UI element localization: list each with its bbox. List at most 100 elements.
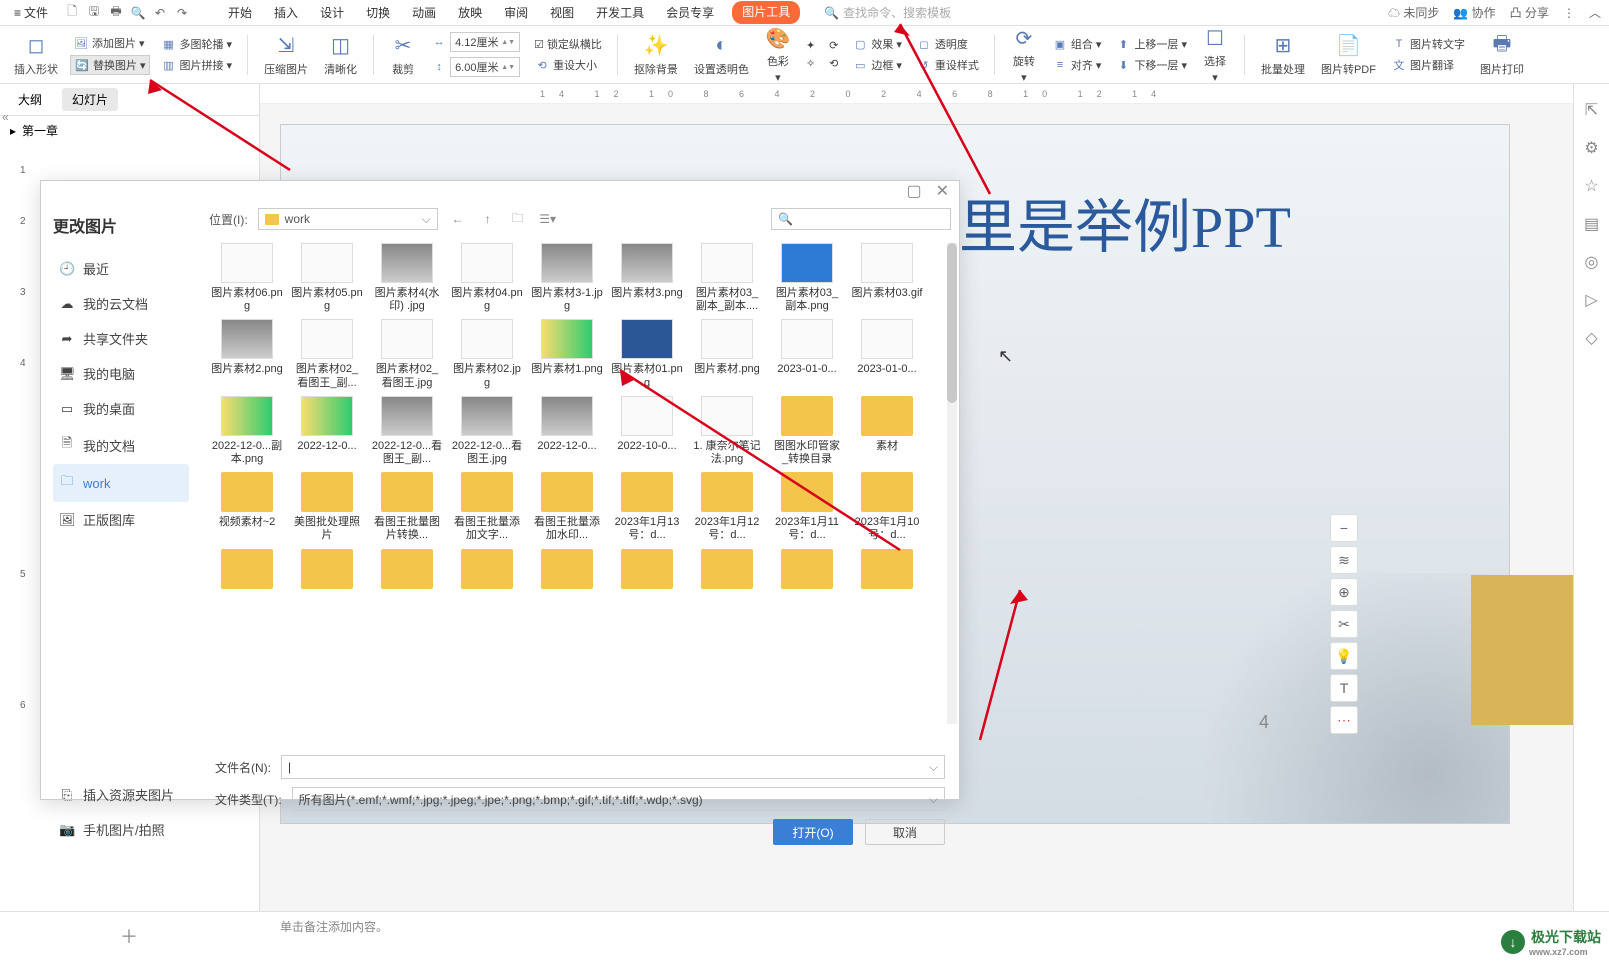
dialog-nav-我的云文档[interactable]: ☁我的云文档 [53, 286, 189, 321]
transparency-button[interactable]: ◐设置透明色 [690, 33, 753, 77]
ef2[interactable]: ✧ [803, 56, 818, 71]
file-item[interactable] [291, 549, 363, 593]
dialog-nav-work[interactable]: 🗀work [53, 464, 189, 502]
float-layers-icon[interactable]: ≋ [1330, 546, 1358, 574]
tab-transition[interactable]: 切换 [362, 1, 394, 24]
file-item[interactable]: 图片素材03_副本.png [771, 243, 843, 313]
height-input[interactable]: 6.00厘米▲▼ [450, 57, 520, 77]
width-spinner[interactable]: ▲▼ [501, 39, 515, 46]
file-item[interactable]: 2023年1月10号：d... [851, 472, 923, 542]
save-icon[interactable]: 🖫 [86, 5, 102, 21]
replace-image-button[interactable]: 🔄替换图片 ▾ [70, 55, 150, 75]
new-folder-icon[interactable]: 🗀 [508, 209, 528, 229]
effect-button[interactable]: ▢效果▾ [849, 35, 905, 53]
color-button[interactable]: 🎨色彩▾ [761, 25, 795, 84]
file-item[interactable] [371, 549, 443, 593]
down-layer-button[interactable]: ⬇下移一层▾ [1112, 56, 1190, 74]
file-item[interactable]: 2023-01-0... [851, 319, 923, 389]
width-input[interactable]: 4.12厘米▲▼ [450, 32, 520, 52]
file-item[interactable] [771, 549, 843, 593]
float-more-icon[interactable]: ⋯ [1330, 706, 1358, 734]
ef1[interactable]: ✦ [803, 38, 818, 53]
file-item[interactable]: 2023-01-0... [771, 319, 843, 389]
back-icon[interactable]: ← [448, 209, 468, 229]
tab-devtools[interactable]: 开发工具 [592, 1, 648, 24]
file-item[interactable]: 图片素材2.png [211, 319, 283, 389]
rs-star-icon[interactable]: ☆ [1584, 176, 1598, 196]
dialog-nav-最近[interactable]: 🕘最近 [53, 251, 189, 286]
up-layer-button[interactable]: ⬆上移一层▾ [1112, 35, 1190, 53]
tab-slideshow[interactable]: 放映 [454, 1, 486, 24]
slides-tab[interactable]: 幻灯片 [62, 88, 118, 111]
file-item[interactable]: 图片素材02_看图王.jpg [371, 319, 443, 389]
file-item[interactable]: 图片素材05.png [291, 243, 363, 313]
dialog-bottom-nav-插入资源夹图片[interactable]: ⎘插入资源夹图片 [53, 777, 189, 812]
file-item[interactable]: 看图王批量图片转换... [371, 472, 443, 542]
dialog-bottom-nav-手机图片/拍照[interactable]: 📷手机图片/拍照 [53, 812, 189, 847]
file-item[interactable]: 图片素材01.png [611, 319, 683, 389]
file-item[interactable]: 2023年1月11号：d... [771, 472, 843, 542]
tab-animation[interactable]: 动画 [408, 1, 440, 24]
chapter-header[interactable]: ▸ 第一章 [0, 116, 259, 145]
share-button[interactable]: 凸 分享 [1510, 4, 1549, 21]
height-spinner[interactable]: ▲▼ [501, 64, 515, 71]
file-item[interactable]: 2022-12-0...看图王.jpg [451, 396, 523, 466]
file-item[interactable] [531, 549, 603, 593]
file-item[interactable] [851, 549, 923, 593]
border-button[interactable]: ▭边框▾ [849, 56, 905, 74]
file-item[interactable] [691, 549, 763, 593]
file-item[interactable]: 看图王批量添加文字... [451, 472, 523, 542]
batch-button[interactable]: ⊞批量处理 [1257, 33, 1309, 77]
rs-settings-icon[interactable]: ⚙ [1584, 138, 1598, 158]
print-img-button[interactable]: 🖶图片打印 [1476, 33, 1528, 77]
collab-button[interactable]: 👥 协作 [1453, 4, 1495, 21]
command-search[interactable]: 🔍 查找命令、搜索模板 [824, 4, 951, 21]
file-item[interactable]: 图片素材02.jpg [451, 319, 523, 389]
file-item[interactable]: 2022-12-0... [531, 396, 603, 466]
file-item[interactable]: 图片素材3.png [611, 243, 683, 313]
tab-view[interactable]: 视图 [546, 1, 578, 24]
float-crop-icon[interactable]: ✂ [1330, 610, 1358, 638]
undo-icon[interactable]: ↶ [152, 5, 168, 21]
file-item[interactable]: 图片素材02_看图王_副... [291, 319, 363, 389]
float-text-icon[interactable]: T [1330, 674, 1358, 702]
file-item[interactable]: 图片素材3-1.jpg [531, 243, 603, 313]
dialog-search[interactable]: 🔍 [771, 208, 951, 230]
file-item[interactable]: 图片素材1.png [531, 319, 603, 389]
file-item[interactable]: 2022-12-0...副本.png [211, 396, 283, 466]
rotate-button[interactable]: ⟳旋转▾ [1007, 25, 1041, 84]
remove-bg-button[interactable]: ✨抠除背景 [630, 33, 682, 77]
file-item[interactable]: 图片素材03.gif [851, 243, 923, 313]
float-zoom-icon[interactable]: ⊕ [1330, 578, 1358, 606]
file-item[interactable]: 1. 康奈尔笔记法.png [691, 396, 763, 466]
transp-button[interactable]: ◻透明度 [913, 35, 971, 53]
ef4[interactable]: ⟲ [826, 56, 841, 71]
tab-picture-tools[interactable]: 图片工具 [732, 1, 800, 24]
add-image-button[interactable]: 🖼添加图片 ▾ [70, 34, 148, 52]
float-minus[interactable]: − [1330, 514, 1358, 542]
filetype-combo[interactable]: 所有图片(*.emf;*.wmf;*.jpg;*.jpeg;*.jpe;*.pn… [292, 787, 945, 811]
slide-num-1[interactable]: 1 [20, 165, 239, 176]
dialog-nav-我的文档[interactable]: 🗎我的文档 [53, 426, 189, 464]
notes-placeholder[interactable]: 单击备注添加内容。 [280, 918, 388, 935]
collapse-ribbon-icon[interactable]: ︿ [1589, 4, 1601, 21]
file-item[interactable] [451, 549, 523, 593]
outline-tab[interactable]: 大纲 [8, 88, 52, 111]
rs-play-icon[interactable]: ▷ [1585, 290, 1597, 310]
reset-style-button[interactable]: ↺重设样式 [913, 56, 982, 74]
collapse-panel-icon[interactable]: « [2, 110, 9, 124]
file-item[interactable]: 2022-12-0... [291, 396, 363, 466]
reset-size-button[interactable]: ⟲重设大小 [531, 56, 600, 74]
to-pdf-button[interactable]: 📄图片转PDF [1317, 33, 1380, 77]
close-icon[interactable]: ✕ [936, 181, 949, 201]
file-item[interactable]: 2023年1月12号：d... [691, 472, 763, 542]
location-combo[interactable]: work ⌵ [258, 208, 438, 230]
crop-button[interactable]: ✂裁剪 [386, 33, 420, 77]
file-item[interactable]: 2022-12-0...看图王_副... [371, 396, 443, 466]
file-item[interactable]: 图片素材.png [691, 319, 763, 389]
compress-button[interactable]: ⇲压缩图片 [260, 33, 312, 77]
maximize-icon[interactable]: ▢ [906, 181, 921, 201]
grid-scrollbar[interactable] [947, 243, 957, 724]
file-item[interactable]: 图片素材4(水印) .jpg [371, 243, 443, 313]
cancel-button[interactable]: 取消 [865, 819, 945, 845]
